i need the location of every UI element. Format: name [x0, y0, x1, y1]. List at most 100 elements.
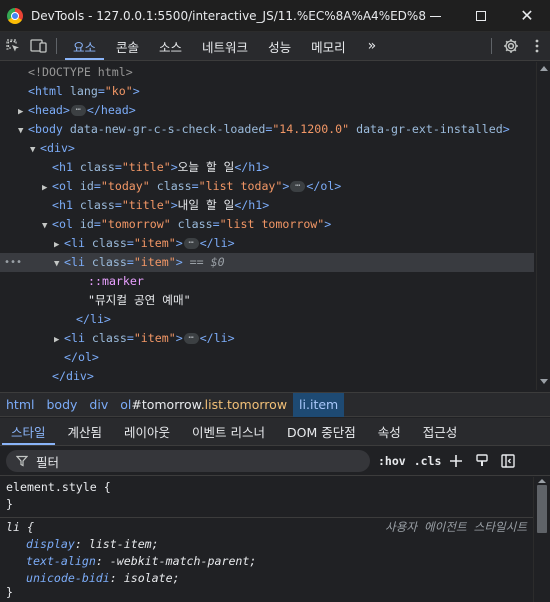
element-style-selector[interactable]: element.style { [6, 479, 111, 496]
window-title: DevTools - 127.0.0.1:5500/interactive_JS… [31, 8, 426, 23]
tab-elements[interactable]: 요소 [63, 32, 106, 60]
breadcrumb-item-div[interactable]: div [83, 393, 114, 417]
breadcrumb-item-li[interactable]: li.item [293, 392, 345, 417]
tag-token: <li [64, 236, 92, 250]
node-text: 내일 할 일 [177, 198, 235, 212]
dom-node-row[interactable]: <h1 class="title">내일 할 일</h1> [0, 196, 534, 215]
dom-node-row[interactable]: <html lang="ko"> [0, 82, 534, 101]
breadcrumb-item-html[interactable]: html [0, 393, 40, 417]
tab-sources[interactable]: 소스 [149, 32, 192, 60]
attribute-name: lang [69, 84, 98, 98]
dom-node-row[interactable]: ▶ <li class="item"> ⋯ </li> [0, 329, 534, 348]
tag-token: > [170, 160, 178, 174]
dom-node-row[interactable]: </li> [0, 310, 534, 329]
tag-token: <html [28, 84, 70, 98]
attribute-value: "title" [121, 160, 171, 174]
tag-token: <ol [52, 217, 80, 231]
maximize-button[interactable] [458, 0, 504, 32]
dom-node-row[interactable]: </div> [0, 367, 534, 386]
breadcrumb-item-body[interactable]: body [40, 393, 83, 417]
filter-input[interactable]: 필터 [6, 450, 370, 472]
tag-token [150, 179, 157, 193]
tag-token: </li> [76, 312, 111, 326]
ellipsis-expand-button[interactable]: ⋯ [290, 181, 306, 192]
dom-node-row[interactable]: ▼ <li class="item"> == $0 ••• [0, 253, 534, 272]
tab-styles[interactable]: 스타일 [0, 418, 57, 445]
tag-token: > [175, 331, 183, 345]
tag-token [171, 217, 178, 231]
tab-performance[interactable]: 성능 [258, 32, 301, 60]
tab-layout[interactable]: 레이아웃 [113, 418, 181, 445]
class-toggle-button[interactable]: .cls [414, 454, 442, 468]
minimize-button[interactable] [412, 0, 458, 32]
tab-console[interactable]: 콘솔 [106, 32, 149, 60]
rendering-emulation-button[interactable] [471, 450, 493, 472]
ellipsis-expand-button[interactable]: ⋯ [183, 238, 199, 249]
attribute-name: class [177, 217, 213, 231]
dom-node-row[interactable]: "뮤지컬 공연 예매" [0, 291, 534, 310]
tag-token: <ol [52, 179, 80, 193]
minimize-icon [429, 15, 441, 17]
tag-token: </head> [86, 103, 136, 117]
property-name: display [26, 537, 75, 551]
dom-node-row[interactable]: ::marker [0, 272, 534, 291]
scroll-up-icon[interactable] [538, 479, 546, 483]
tag-token: > [282, 179, 290, 193]
scroll-up-icon[interactable] [540, 66, 548, 71]
plus-icon [450, 455, 463, 467]
dom-node-row[interactable]: ▼ <body data-new-gr-c-s-check-loaded="14.… [0, 120, 534, 139]
hover-state-button[interactable]: :hov [378, 454, 406, 468]
tag-token: = [126, 331, 134, 345]
device-toggle-button[interactable] [26, 32, 52, 60]
tab-accessibility[interactable]: 접근성 [412, 418, 469, 445]
rule-divider [0, 517, 533, 518]
style-property-row: unicode-bidi: isolate; [26, 571, 180, 585]
scroll-down-icon[interactable] [540, 379, 548, 384]
more-options-button[interactable] [524, 32, 550, 60]
dom-node-row[interactable]: ▶ <li class="item"> ⋯ </li> [0, 234, 534, 253]
chrome-icon [7, 7, 23, 24]
dom-node-row[interactable]: ▶ <head> ⋯ </head> [0, 101, 534, 120]
attribute-name: id [79, 217, 94, 231]
close-button[interactable]: ✕ [504, 0, 550, 32]
attribute-name: data-new-gr-c-s-check-loaded [69, 122, 266, 136]
toggle-sidebar-button[interactable] [497, 450, 519, 472]
scrollbar-thumb[interactable] [537, 485, 547, 533]
dom-node-row[interactable]: <h1 class="title">오늘 할 일</h1> [0, 158, 534, 177]
maximize-icon [476, 11, 486, 21]
tab-event-listeners[interactable]: 이벤트 리스너 [181, 418, 276, 445]
node-text: <!DOCTYPE html> [28, 65, 133, 79]
styles-scrollbar[interactable] [533, 477, 550, 602]
tab-dom-breakpoints[interactable]: DOM 중단점 [276, 418, 367, 445]
tag-token: </li> [199, 331, 235, 345]
rule-selector: li { [6, 520, 34, 534]
styles-tabbar: 스타일 계산됨 레이아웃 이벤트 리스너 DOM 중단점 속성 접근성 [0, 418, 550, 446]
style-property-row: text-align: -webkit-match-parent; [26, 554, 257, 568]
new-style-rule-button[interactable] [445, 450, 467, 472]
tag-token: = [126, 255, 134, 269]
tab-computed[interactable]: 계산됨 [57, 418, 114, 445]
dom-node-row[interactable]: </ol> [0, 348, 534, 367]
attribute-value: "item" [133, 255, 176, 269]
dom-node-row[interactable]: <!DOCTYPE html> [0, 63, 534, 82]
ellipsis-expand-button[interactable]: ⋯ [70, 105, 86, 116]
node-actions-dots-icon[interactable]: ••• [4, 253, 22, 272]
ellipsis-expand-button[interactable]: ⋯ [183, 333, 199, 344]
dom-node-row[interactable]: ▼ <ol id="tomorrow" class="list tomorrow"… [0, 215, 534, 234]
node-text: "뮤지컬 공연 예매" [88, 293, 191, 307]
dom-tree-scrollbar[interactable] [536, 62, 550, 390]
tag-token: > [175, 255, 183, 269]
tab-properties[interactable]: 속성 [367, 418, 412, 445]
settings-button[interactable] [498, 32, 524, 60]
dom-node-row[interactable]: ▼ <div> [0, 139, 534, 158]
tag-token: <h1 [52, 160, 80, 174]
devtools-toolbar: 요소 콘솔 소스 네트워크 성능 메모리 » [0, 32, 550, 61]
inspect-element-button[interactable] [0, 32, 26, 60]
tab-memory[interactable]: 메모리 [301, 32, 356, 60]
tab-network[interactable]: 네트워크 [192, 32, 258, 60]
breadcrumb-item-ol[interactable]: ol#tomorrow.list.tomorrow [114, 393, 293, 417]
tag-token: = [114, 160, 122, 174]
tag-token: = [93, 217, 101, 231]
dom-node-row[interactable]: ▶ <ol id="today" class="list today"> ⋯ </ol… [0, 177, 534, 196]
more-tabs-button[interactable]: » [358, 32, 380, 60]
